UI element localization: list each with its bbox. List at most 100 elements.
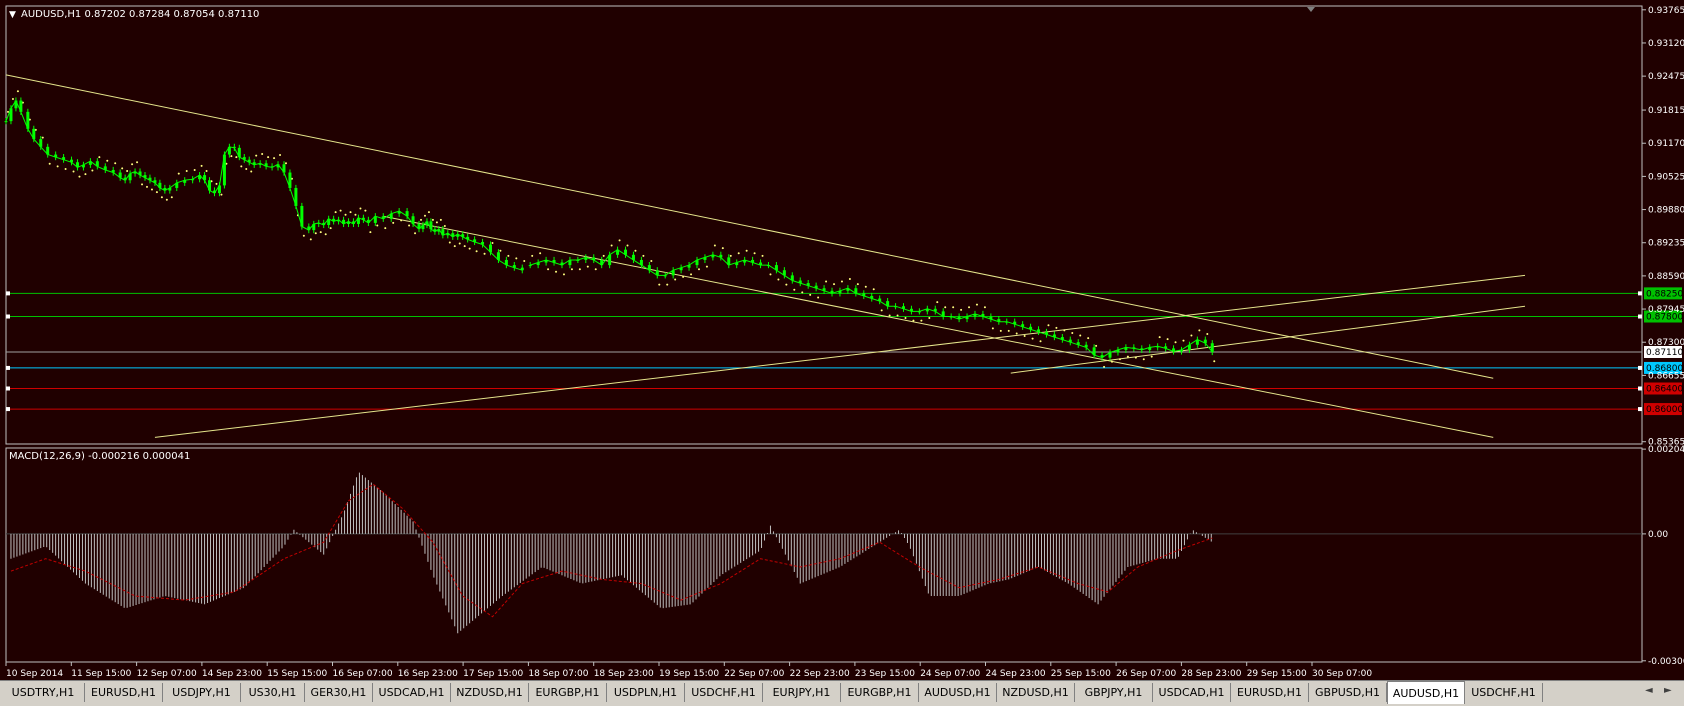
price-axis-label: 0.91170 — [1648, 139, 1684, 149]
chart-tab[interactable]: GER30,H1 — [305, 683, 373, 702]
sar-dot — [991, 327, 994, 330]
sar-dot — [121, 167, 124, 170]
macd-axis-label: 0.002047 — [1648, 445, 1684, 455]
chart-tab[interactable]: NZDUSD,H1 — [997, 683, 1075, 702]
tab-scroll-left-icon[interactable]: ◄ — [1645, 685, 1653, 696]
sar-dot — [531, 254, 534, 257]
sar-dot — [1150, 355, 1153, 358]
sar-dot — [220, 193, 223, 196]
sar-dot — [1087, 337, 1090, 340]
sar-dot — [872, 288, 875, 291]
sar-dot — [777, 278, 780, 281]
chart-tab[interactable]: NZDUSD,H1 — [451, 683, 529, 702]
chart-tab[interactable]: EURGBP,H1 — [841, 683, 919, 702]
sar-dot — [439, 218, 442, 221]
sar-dot — [339, 209, 342, 212]
sar-dot — [586, 265, 589, 268]
macd-axis-label: -0.003065 — [1648, 657, 1684, 667]
time-axis-label: 30 Sep 07:00 — [1312, 669, 1372, 679]
sar-dot — [273, 157, 276, 160]
sar-dot — [761, 254, 764, 257]
price-axis-label: 0.87945 — [1648, 305, 1684, 315]
chart-tab[interactable]: USDCAD,H1 — [373, 683, 451, 702]
chart-tab[interactable]: USDJPY,H1 — [163, 683, 241, 702]
sar-dot — [690, 273, 693, 276]
sar-dot — [1023, 335, 1026, 338]
sar-dot — [114, 162, 117, 165]
sar-dot — [817, 296, 820, 299]
sar-dot — [106, 159, 109, 162]
sar-dot — [936, 301, 939, 304]
sar-dot — [349, 211, 352, 214]
sar-dot — [314, 232, 317, 235]
sar-dot — [344, 213, 347, 216]
sar-dot — [785, 283, 788, 286]
sar-dot — [408, 224, 411, 227]
time-axis-label: 19 Sep 15:00 — [659, 669, 719, 679]
chart-tab[interactable]: USDCHF,H1 — [685, 683, 763, 702]
time-axis-label: 11 Sep 15:00 — [71, 669, 131, 679]
price-axis-label: 0.92475 — [1648, 72, 1684, 82]
sar-dot — [41, 136, 44, 139]
sar-dot — [468, 247, 471, 250]
sar-dot — [721, 247, 724, 250]
chart-tab[interactable]: US30,H1 — [241, 683, 305, 702]
sar-dot — [705, 265, 708, 268]
sar-dot — [975, 303, 978, 306]
chart-tab[interactable]: GBPUSD,H1 — [1309, 683, 1387, 702]
sar-dot — [11, 98, 14, 101]
chart-tab[interactable]: USDTRY,H1 — [2, 683, 85, 702]
time-axis-label: 14 Sep 23:00 — [202, 669, 262, 679]
tab-scroll-right-icon[interactable]: ► — [1664, 685, 1672, 696]
sar-dot — [16, 90, 19, 93]
sar-dot — [7, 110, 9, 113]
chart-tab[interactable]: USDCHF,H1 — [1465, 683, 1543, 702]
chart-tab[interactable]: EURGBP,H1 — [529, 683, 607, 702]
chart-tab[interactable]: AUDUSD,H1 — [1387, 681, 1465, 704]
chart-tab[interactable]: EURUSD,H1 — [85, 683, 163, 702]
sar-dot — [1071, 331, 1074, 334]
time-axis-label: 22 Sep 07:00 — [724, 669, 784, 679]
chart-area[interactable]: 0.882500.878000.871100.868000.864000.860… — [0, 0, 1684, 680]
sar-dot — [682, 275, 685, 278]
time-axis-label: 22 Sep 23:00 — [790, 669, 850, 679]
chart-collapse-marker[interactable]: ▼ — [9, 10, 16, 20]
chart-tab[interactable]: USDCAD,H1 — [1153, 683, 1231, 702]
level-handle-left — [6, 386, 10, 391]
level-handle-left — [6, 291, 10, 296]
chart-tab[interactable]: EURUSD,H1 — [1231, 683, 1309, 702]
sar-dot — [1134, 356, 1137, 359]
price-axis-label: 0.89235 — [1648, 239, 1684, 249]
sar-dot — [400, 219, 403, 222]
time-axis-label: 29 Sep 15:00 — [1247, 669, 1307, 679]
chart-tab[interactable]: USDPLN,H1 — [607, 683, 685, 702]
sar-dot — [423, 214, 426, 217]
sar-dot — [999, 329, 1002, 332]
sar-dot — [825, 280, 828, 283]
chart-tab-bar: USDTRY,H1 EURUSD,H1 USDJPY,H1 US30,H1 GER30,… — [0, 680, 1684, 706]
sar-dot — [856, 283, 859, 286]
sar-dot — [1142, 358, 1145, 361]
chart-tab[interactable]: AUDUSD,H1 — [919, 683, 997, 702]
sar-dot — [267, 156, 270, 159]
sar-dot — [801, 291, 804, 294]
sar-dot — [562, 273, 565, 276]
sar-dot — [48, 162, 51, 165]
sar-dot — [912, 319, 915, 322]
sar-dot — [1047, 324, 1050, 327]
time-axis-label: 24 Sep 23:00 — [986, 669, 1046, 679]
sar-dot — [880, 309, 883, 312]
level-price-label: 0.86000 — [1646, 405, 1683, 415]
sar-dot — [1166, 338, 1169, 341]
chart-tab[interactable]: GBPJPY,H1 — [1075, 683, 1153, 702]
chart-tab[interactable]: EURJPY,H1 — [763, 683, 841, 702]
sar-dot — [98, 156, 101, 159]
sar-dot — [1198, 329, 1201, 332]
sar-dot — [507, 254, 510, 257]
sar-dot — [1031, 337, 1034, 340]
price-axis-label: 0.89880 — [1648, 206, 1684, 216]
sar-dot — [309, 238, 312, 241]
sar-dot — [155, 191, 158, 194]
sar-dot — [1206, 332, 1209, 335]
sar-dot — [185, 169, 188, 172]
